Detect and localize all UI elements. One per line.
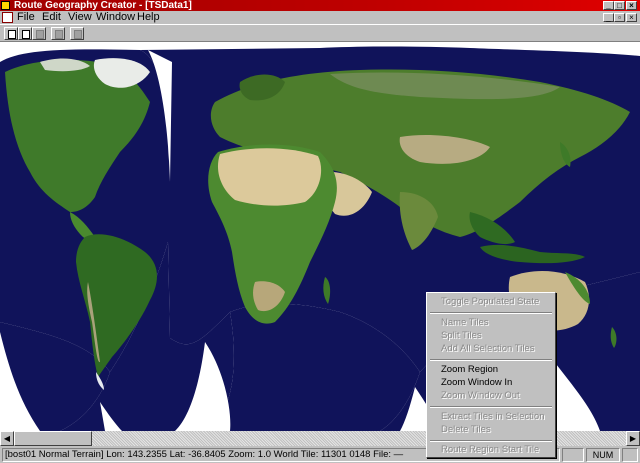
app-icon xyxy=(1,1,10,10)
child-restore-icon[interactable]: ▫ xyxy=(614,13,625,22)
scroll-left-icon[interactable]: ◀ xyxy=(0,431,14,446)
window-title: Route Geography Creator - [TSData1] xyxy=(14,0,192,11)
minimize-icon[interactable]: _ xyxy=(603,1,614,10)
menu-toggle-populated-state[interactable]: Toggle Populated State xyxy=(441,296,539,308)
maximize-icon[interactable]: □ xyxy=(614,1,625,10)
menu-bar: File Edit View Window Help _ ▫ × xyxy=(0,11,640,24)
open-icon[interactable] xyxy=(18,27,32,40)
menu-zoom-window-in[interactable]: Zoom Window In xyxy=(441,377,512,389)
new-icon[interactable] xyxy=(4,27,18,40)
child-close-icon[interactable]: × xyxy=(626,13,637,22)
close-icon[interactable]: × xyxy=(626,1,637,10)
num-lock-indicator: NUM xyxy=(586,448,620,462)
save-icon[interactable] xyxy=(32,27,46,40)
menu-name-tiles[interactable]: Name Tiles xyxy=(441,317,489,329)
grid-icon[interactable] xyxy=(70,27,84,40)
title-bar: Route Geography Creator - [TSData1] _ □ … xyxy=(0,0,640,11)
menu-separator xyxy=(430,440,552,442)
menu-zoom-window-out[interactable]: Zoom Window Out xyxy=(441,390,520,402)
menu-separator xyxy=(430,359,552,361)
scroll-thumb[interactable] xyxy=(14,431,92,446)
menu-file[interactable]: File xyxy=(17,11,35,24)
document-icon[interactable] xyxy=(2,12,13,23)
menu-route-region-start-tile[interactable]: Route Region Start Tile xyxy=(441,444,539,456)
status-pane-1 xyxy=(562,448,584,462)
context-menu: Toggle Populated State Name Tiles Split … xyxy=(426,292,556,458)
print-icon[interactable] xyxy=(51,27,65,40)
status-pane-3 xyxy=(622,448,638,462)
scroll-right-icon[interactable]: ▶ xyxy=(626,431,640,446)
child-minimize-icon[interactable]: _ xyxy=(603,13,614,22)
sahara xyxy=(217,148,322,206)
menu-add-all-selection-tiles[interactable]: Add All Selection Tiles xyxy=(441,343,534,355)
menu-separator xyxy=(430,406,552,408)
menu-zoom-region[interactable]: Zoom Region xyxy=(441,364,498,376)
menu-extract-tiles[interactable]: Extract Tiles in Selection xyxy=(441,411,545,423)
menu-window[interactable]: Window xyxy=(96,11,135,24)
menu-help[interactable]: Help xyxy=(137,11,160,24)
toolbar xyxy=(0,24,640,42)
menu-split-tiles[interactable]: Split Tiles xyxy=(441,330,482,342)
menu-edit[interactable]: Edit xyxy=(42,11,61,24)
menu-view[interactable]: View xyxy=(68,11,92,24)
menu-delete-tiles[interactable]: Delete Tiles xyxy=(441,424,491,436)
menu-separator xyxy=(430,312,552,314)
